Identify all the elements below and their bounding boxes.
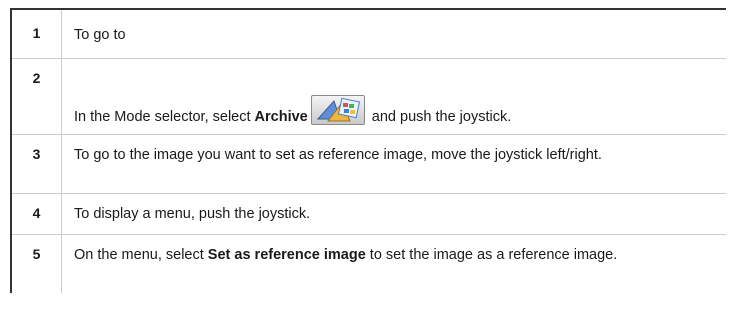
steps-table: 1 To go to 2 In the Mode selector, selec… (10, 8, 726, 293)
step-row: 1 To go to (12, 10, 726, 59)
step-row: 5 On the menu, select Set as reference i… (12, 235, 726, 293)
step-text: On the menu, select Set as reference ima… (62, 235, 726, 293)
step-number: 2 (12, 59, 62, 134)
set-reference-label: Set as reference image (207, 247, 366, 263)
step-number: 3 (12, 135, 62, 193)
step-text-after: to set the image as a reference image. (365, 247, 618, 263)
step-row: 2 In the Mode selector, select Archive a… (12, 59, 726, 135)
step-text-after: and push the joystick. (367, 109, 512, 125)
step-row: 4 To display a menu, push the joystick. (12, 194, 726, 235)
archive-icon (310, 95, 365, 125)
step-number: 5 (12, 235, 62, 293)
step-text: To go to the image you want to set as re… (74, 147, 602, 163)
step-number: 1 (12, 10, 62, 58)
step-text: To display a menu, push the joystick. (74, 206, 311, 222)
step-text-before: In the Mode selector, select (74, 109, 255, 125)
step-text-before: On the menu, select (74, 247, 208, 263)
step-row: 3 To go to the image you want to set as … (12, 135, 726, 194)
archive-label: Archive (254, 109, 308, 125)
step-number: 4 (12, 194, 62, 234)
step-text: In the Mode selector, select Archive and… (62, 59, 726, 134)
step-text: To go to (74, 27, 126, 43)
